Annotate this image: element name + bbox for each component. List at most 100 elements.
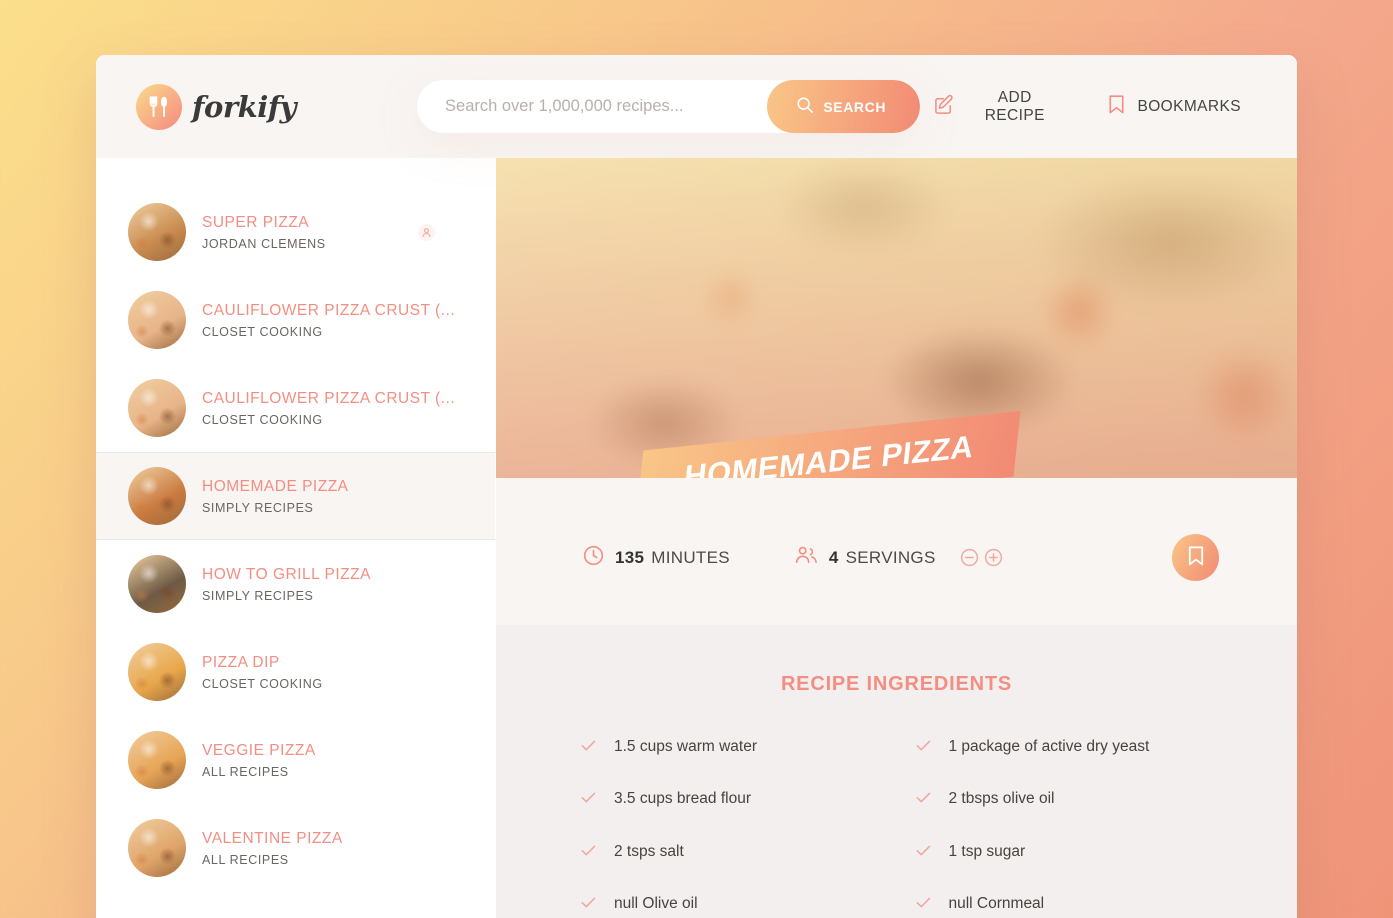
check-icon (580, 789, 598, 813)
ingredients-list: 1.5 cups warm water 1 package of active d… (566, 730, 1227, 918)
result-texts: VALENTINE PIZZA ALL RECIPES (202, 830, 485, 867)
ingredient-item: 3.5 cups bread flour (580, 782, 879, 818)
result-item[interactable]: SUPER PIZZA JORDAN CLEMENS (96, 188, 496, 276)
check-icon (915, 737, 933, 761)
servings: 4 SERVINGS (794, 544, 1003, 572)
result-thumbnail (128, 379, 186, 437)
ingredient-text: 1 package of active dry yeast (948, 738, 1150, 755)
user-icon (418, 223, 435, 241)
result-thumbnail (128, 555, 186, 613)
logo[interactable]: forkify (136, 83, 385, 130)
result-item[interactable]: VEGGIE PIZZA ALL RECIPES (96, 716, 496, 804)
search-icon (796, 96, 814, 117)
result-thumbnail (128, 467, 186, 525)
bookmark-recipe-button[interactable] (1172, 534, 1219, 581)
search-results-sidebar: SUPER PIZZA JORDAN CLEMENS CAULIFLOWER PIZ… (96, 158, 496, 918)
result-item[interactable]: CAULIFLOWER PIZZA CRUST (... CLOSET COOKI… (96, 276, 496, 364)
ingredient-text: null Cornmeal (948, 894, 1045, 912)
result-publisher: CLOSET COOKING (202, 324, 323, 339)
check-icon (915, 842, 933, 866)
app-body: SUPER PIZZA JORDAN CLEMENS CAULIFLOWER PIZ… (96, 158, 1297, 918)
ingredient-item: 2 tbsps olive oil (915, 782, 1214, 818)
result-thumbnail (128, 819, 186, 877)
result-title: VALENTINE PIZZA (202, 829, 343, 847)
result-title: VEGGIE PIZZA (202, 741, 316, 759)
cooking-time-unit: MINUTES (651, 547, 730, 567)
bookmark-icon (1186, 545, 1206, 570)
search-button-label: SEARCH (823, 98, 887, 115)
result-texts: CAULIFLOWER PIZZA CRUST (... CLOSET COOKI… (202, 390, 485, 427)
people-icon (794, 544, 819, 572)
ingredient-item: 1 tsp sugar (915, 835, 1214, 871)
ingredient-text: 2 tsps salt (614, 842, 684, 860)
result-texts: CAULIFLOWER PIZZA CRUST (... CLOSET COOKI… (202, 302, 485, 339)
bookmarks-label: BOOKMARKS (1137, 97, 1241, 115)
ingredient-item: null Olive oil (580, 887, 879, 918)
ingredient-item: 1 package of active dry yeast (915, 730, 1214, 766)
result-item[interactable]: PIZZA DIP CLOSET COOKING (96, 628, 496, 716)
forkify-app-window: forkify SEARCH (96, 55, 1297, 918)
ingredient-item: null Cornmeal (915, 887, 1214, 918)
ingredient-text: 1 tsp sugar (948, 842, 1026, 860)
check-icon (915, 894, 933, 918)
servings-unit: SERVINGS (845, 547, 936, 567)
result-title: PIZZA DIP (202, 653, 280, 671)
result-item[interactable]: HOW TO GRILL PIZZA SIMPLY RECIPES (96, 540, 496, 628)
fork-spoon-icon (136, 83, 182, 130)
result-item[interactable]: VALENTINE PIZZA ALL RECIPES (96, 804, 496, 892)
result-publisher: CLOSET COOKING (202, 412, 323, 427)
ingredient-text: null Olive oil (614, 894, 698, 912)
servings-stepper (960, 548, 1003, 567)
add-recipe-label: ADD RECIPE (984, 88, 1045, 124)
ingredient-item: 2 tsps salt (580, 835, 879, 871)
result-publisher: CLOSET COOKING (202, 676, 323, 691)
result-texts: VEGGIE PIZZA ALL RECIPES (202, 742, 485, 779)
cooking-time: 135 MINUTES (582, 544, 730, 572)
clock-icon (582, 544, 605, 572)
header-nav: ADD RECIPE BOOKMARKS (920, 79, 1257, 135)
result-texts: PIZZA DIP CLOSET COOKING (202, 654, 485, 691)
result-publisher: SIMPLY RECIPES (202, 588, 314, 603)
result-title: HOW TO GRILL PIZZA (202, 565, 371, 583)
minus-circle-icon (960, 548, 979, 567)
result-publisher: ALL RECIPES (202, 852, 289, 867)
servings-value: 4 (828, 547, 839, 567)
result-item[interactable]: HOMEMADE PIZZA SIMPLY RECIPES (96, 452, 496, 540)
cooking-time-value: 135 (615, 547, 645, 567)
plus-circle-icon (984, 548, 1003, 567)
result-publisher: JORDAN CLEMENS (202, 236, 326, 251)
result-title: CAULIFLOWER PIZZA CRUST (... (202, 301, 456, 319)
ingredients-section: RECIPE INGREDIENTS 1.5 cups warm water 1 … (496, 625, 1297, 918)
result-publisher: ALL RECIPES (202, 764, 289, 779)
result-texts: HOW TO GRILL PIZZA SIMPLY RECIPES (202, 566, 485, 603)
result-texts: SUPER PIZZA JORDAN CLEMENS (202, 214, 402, 251)
check-icon (915, 789, 933, 813)
ingredient-text: 3.5 cups bread flour (614, 790, 752, 808)
bookmarks-button[interactable]: BOOKMARKS (1093, 84, 1255, 130)
check-icon (580, 894, 598, 918)
ingredient-text: 1.5 cups warm water (614, 738, 757, 755)
decrease-servings-button[interactable] (960, 548, 979, 567)
result-item[interactable]: CAULIFLOWER PIZZA CRUST (... CLOSET COOKI… (96, 364, 496, 452)
search-bar[interactable]: SEARCH (417, 80, 921, 133)
ingredients-heading: RECIPE INGREDIENTS (780, 673, 1013, 695)
increase-servings-button[interactable] (984, 548, 1003, 567)
ingredient-text: 2 tbsps olive oil (948, 790, 1055, 808)
ingredient-item: 1.5 cups warm water (580, 730, 879, 766)
result-thumbnail (128, 643, 186, 701)
app-header: forkify SEARCH (96, 55, 1297, 158)
search-button[interactable]: SEARCH (767, 80, 921, 133)
search-input[interactable] (417, 97, 768, 116)
check-icon (580, 737, 598, 761)
brand-name: forkify (192, 89, 297, 124)
result-title: SUPER PIZZA (202, 213, 310, 231)
result-thumbnail (128, 291, 186, 349)
recipe-panel: HOMEMADE PIZZA 135 MINUTES 4 SERVINGS RE… (496, 158, 1297, 918)
check-icon (580, 842, 598, 866)
result-title: CAULIFLOWER PIZZA CRUST (... (202, 389, 456, 407)
add-recipe-button[interactable]: ADD RECIPE (920, 79, 1077, 135)
recipe-details-bar: 135 MINUTES 4 SERVINGS (496, 478, 1297, 625)
bookmark-icon (1107, 94, 1126, 120)
search-results-list: SUPER PIZZA JORDAN CLEMENS CAULIFLOWER PIZ… (96, 188, 496, 892)
recipe-hero-image: HOMEMADE PIZZA (496, 158, 1297, 478)
